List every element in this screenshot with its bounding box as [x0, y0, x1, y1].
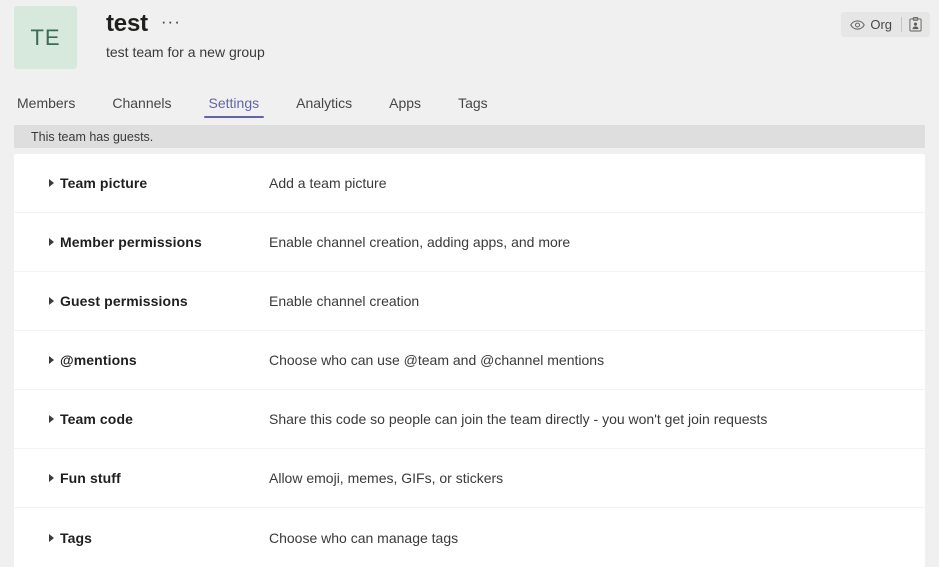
- setting-name: Team picture: [60, 175, 148, 191]
- chevron-right-icon[interactable]: [32, 179, 60, 187]
- team-tab-bar: Members Channels Settings Analytics Apps…: [0, 86, 939, 119]
- setting-description: Choose who can use @team and @channel me…: [269, 352, 605, 368]
- tab-apps[interactable]: Apps: [386, 95, 424, 119]
- guest-notice-text: This team has guests.: [31, 129, 154, 144]
- team-avatar-initials: TE: [30, 24, 61, 50]
- setting-description: Enable channel creation: [269, 293, 420, 309]
- badge-divider: [901, 17, 902, 32]
- chevron-right-glyph: [49, 415, 54, 423]
- setting-name: Team code: [60, 411, 133, 427]
- setting-row-fun-stuff[interactable]: Fun stuff Allow emoji, memes, GIFs, or s…: [14, 449, 925, 508]
- tab-channels[interactable]: Channels: [109, 95, 174, 119]
- chevron-right-icon[interactable]: [32, 238, 60, 246]
- setting-name: Member permissions: [60, 234, 202, 250]
- guest-notice-bar: This team has guests.: [14, 125, 925, 148]
- settings-list: Team picture Add a team picture Member p…: [14, 154, 925, 567]
- setting-name: Fun stuff: [60, 470, 121, 486]
- chevron-right-glyph: [49, 533, 54, 542]
- team-header: TE test ··· test team for a new group Or…: [0, 0, 939, 86]
- org-badge: Org: [841, 12, 930, 37]
- team-meta: test ··· test team for a new group: [106, 6, 265, 61]
- setting-row-tags[interactable]: Tags Choose who can manage tags: [14, 508, 925, 567]
- tab-label: Apps: [389, 95, 422, 111]
- setting-description: Enable channel creation, adding apps, an…: [269, 234, 571, 250]
- chevron-right-glyph: [49, 297, 54, 305]
- chevron-right-icon[interactable]: [32, 415, 60, 423]
- tab-settings[interactable]: Settings: [203, 95, 264, 119]
- setting-row-team-picture[interactable]: Team picture Add a team picture: [14, 154, 925, 213]
- tab-analytics[interactable]: Analytics: [293, 95, 355, 119]
- page-title: test: [106, 10, 148, 37]
- team-title-row: test ···: [106, 10, 265, 38]
- eye-icon: [850, 19, 866, 30]
- chevron-right-icon[interactable]: [32, 297, 60, 305]
- chevron-right-icon[interactable]: [32, 474, 60, 482]
- tab-label: Channels: [112, 95, 172, 111]
- chevron-right-icon[interactable]: [32, 356, 60, 364]
- org-badge-label: Org: [870, 16, 892, 32]
- setting-description: Add a team picture: [269, 175, 387, 191]
- tab-label: Analytics: [296, 95, 353, 111]
- team-avatar[interactable]: TE: [14, 6, 77, 69]
- setting-row-team-code[interactable]: Team code Share this code so people can …: [14, 390, 925, 449]
- setting-name: @mentions: [60, 352, 137, 368]
- tab-label: Settings: [208, 95, 260, 111]
- more-options-icon[interactable]: ···: [158, 13, 184, 35]
- setting-row-mentions[interactable]: @mentions Choose who can use @team and @…: [14, 331, 925, 390]
- team-description: test team for a new group: [106, 44, 265, 60]
- clipboard-person-button[interactable]: [903, 12, 928, 37]
- clipboard-person-icon: [909, 17, 922, 32]
- setting-row-guest-permissions[interactable]: Guest permissions Enable channel creatio…: [14, 272, 925, 331]
- setting-description: Allow emoji, memes, GIFs, or stickers: [269, 470, 504, 486]
- org-visibility-button[interactable]: Org: [843, 12, 900, 37]
- setting-name: Tags: [60, 529, 93, 546]
- chevron-right-icon[interactable]: [32, 533, 60, 542]
- tab-tags[interactable]: Tags: [455, 95, 491, 119]
- setting-row-member-permissions[interactable]: Member permissions Enable channel creati…: [14, 213, 925, 272]
- setting-description: Choose who can manage tags: [269, 529, 459, 546]
- chevron-right-glyph: [49, 238, 54, 246]
- tab-label: Members: [17, 95, 76, 111]
- chevron-right-glyph: [49, 179, 54, 187]
- tab-members[interactable]: Members: [14, 95, 78, 119]
- team-header-content: TE test ··· test team for a new group: [0, 0, 939, 69]
- chevron-right-glyph: [49, 356, 54, 364]
- setting-description: Share this code so people can join the t…: [269, 411, 768, 427]
- setting-name: Guest permissions: [60, 293, 188, 309]
- chevron-right-glyph: [49, 474, 54, 482]
- tab-label: Tags: [458, 95, 488, 111]
